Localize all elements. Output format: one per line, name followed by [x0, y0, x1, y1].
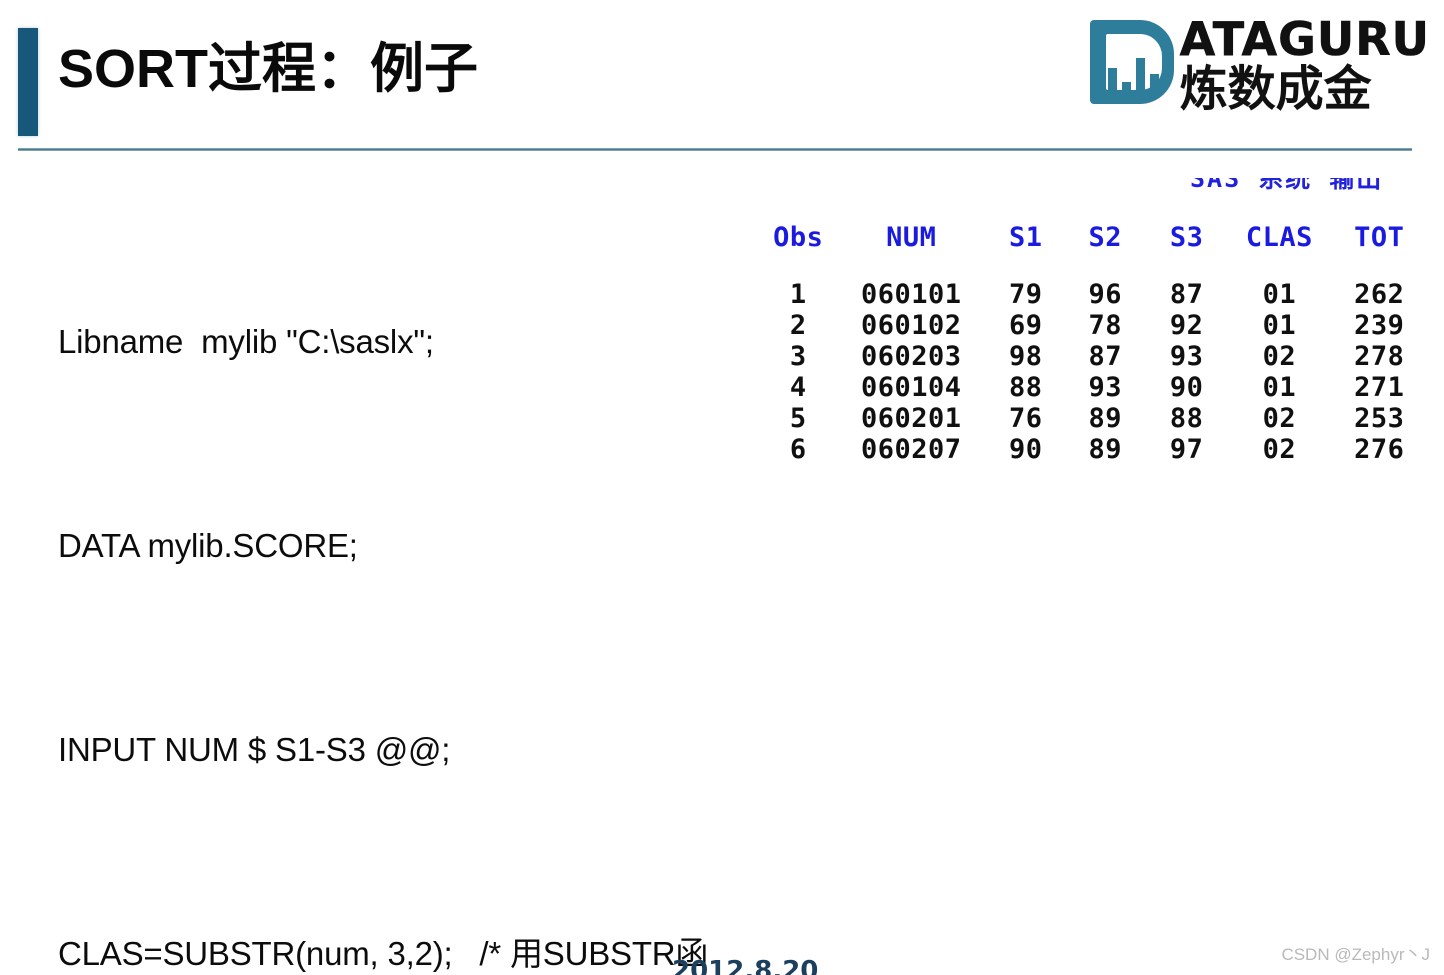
column-header-tot: TOT [1330, 222, 1428, 279]
logo-latin-text: ATAGURU [1180, 16, 1430, 62]
cell-num: 060104 [837, 372, 986, 403]
sas-code-block: Libname mylib "C:\saslx"; DATA mylib.SCO… [58, 172, 758, 975]
column-header-s2: S2 [1065, 222, 1145, 279]
cell-tot: 239 [1330, 310, 1428, 341]
sas-output-clipped-title: SAS 系统 输出 [1190, 178, 1420, 200]
code-line: Libname mylib "C:\saslx"; [58, 308, 758, 376]
logo-chinese-text: 炼数成金 [1180, 64, 1430, 114]
cell-obs: 2 [760, 310, 837, 341]
cell-s2: 89 [1065, 434, 1145, 465]
table-row: 6 060207 90 89 97 02 276 [760, 434, 1428, 465]
column-header-s1: S1 [986, 222, 1066, 279]
slide-canvas: SORT过程：例子 ATAGURU 炼数成金 Libname mylib "C:… [0, 0, 1444, 975]
column-header-obs: Obs [760, 222, 837, 279]
cell-tot: 278 [1330, 341, 1428, 372]
sas-results-table: Obs NUM S1 S2 S3 CLAS TOT 1 060101 79 96… [760, 222, 1428, 465]
table-row: 2 060102 69 78 92 01 239 [760, 310, 1428, 341]
slide-date: 2012.8.20 [672, 958, 818, 975]
table-header-row: Obs NUM S1 S2 S3 CLAS TOT [760, 222, 1428, 279]
cell-num: 060201 [837, 403, 986, 434]
cell-num: 060101 [837, 279, 986, 310]
cell-s1: 88 [986, 372, 1066, 403]
code-line: DATA mylib.SCORE; [58, 512, 758, 580]
cell-s3: 90 [1145, 372, 1228, 403]
cell-clas: 01 [1228, 279, 1330, 310]
cell-num: 060207 [837, 434, 986, 465]
csdn-watermark: CSDN @Zephyr丶J [1281, 940, 1430, 965]
cell-s3: 93 [1145, 341, 1228, 372]
table-row: 5 060201 76 89 88 02 253 [760, 403, 1428, 434]
cell-s2: 93 [1065, 372, 1145, 403]
code-line: CLAS=SUBSTR(num, 3,2); /* 用SUBSTR函 [58, 920, 758, 975]
cell-clas: 01 [1228, 372, 1330, 403]
page-title: SORT过程：例子 [58, 38, 478, 100]
cell-s1: 79 [986, 279, 1066, 310]
bar-chart-in-d-icon [1086, 16, 1178, 108]
logo-wordmark: ATAGURU 炼数成金 [1180, 16, 1430, 114]
column-header-num: NUM [837, 222, 986, 279]
table-row: 1 060101 79 96 87 01 262 [760, 279, 1428, 310]
table-row: 3 060203 98 87 93 02 278 [760, 341, 1428, 372]
cell-obs: 5 [760, 403, 837, 434]
cell-s3: 88 [1145, 403, 1228, 434]
cell-num: 060203 [837, 341, 986, 372]
cell-clas: 02 [1228, 341, 1330, 372]
cell-s2: 87 [1065, 341, 1145, 372]
title-accent-bar [18, 28, 38, 136]
cell-s1: 76 [986, 403, 1066, 434]
cell-tot: 276 [1330, 434, 1428, 465]
code-line: INPUT NUM $ S1-S3 @@; [58, 716, 758, 784]
cell-obs: 4 [760, 372, 837, 403]
header-divider [18, 148, 1412, 151]
cell-s3: 97 [1145, 434, 1228, 465]
column-header-clas: CLAS [1228, 222, 1330, 279]
cell-tot: 262 [1330, 279, 1428, 310]
cell-clas: 01 [1228, 310, 1330, 341]
cell-num: 060102 [837, 310, 986, 341]
column-header-s3: S3 [1145, 222, 1228, 279]
cell-s1: 69 [986, 310, 1066, 341]
cell-s2: 89 [1065, 403, 1145, 434]
cell-s1: 90 [986, 434, 1066, 465]
cell-tot: 271 [1330, 372, 1428, 403]
cell-s1: 98 [986, 341, 1066, 372]
table-row: 4 060104 88 93 90 01 271 [760, 372, 1428, 403]
dataguru-logo: ATAGURU 炼数成金 [1086, 16, 1430, 120]
sas-output-panel: SAS 系统 输出 Obs NUM S1 S2 S3 CLAS TOT 1 06… [760, 178, 1428, 465]
cell-obs: 3 [760, 341, 837, 372]
cell-s3: 92 [1145, 310, 1228, 341]
cell-s2: 96 [1065, 279, 1145, 310]
cell-s3: 87 [1145, 279, 1228, 310]
cell-clas: 02 [1228, 434, 1330, 465]
cell-tot: 253 [1330, 403, 1428, 434]
sas-output-clipped-title-text: SAS 系统 输出 [1190, 178, 1383, 195]
cell-obs: 6 [760, 434, 837, 465]
cell-clas: 02 [1228, 403, 1330, 434]
cell-obs: 1 [760, 279, 837, 310]
cell-s2: 78 [1065, 310, 1145, 341]
